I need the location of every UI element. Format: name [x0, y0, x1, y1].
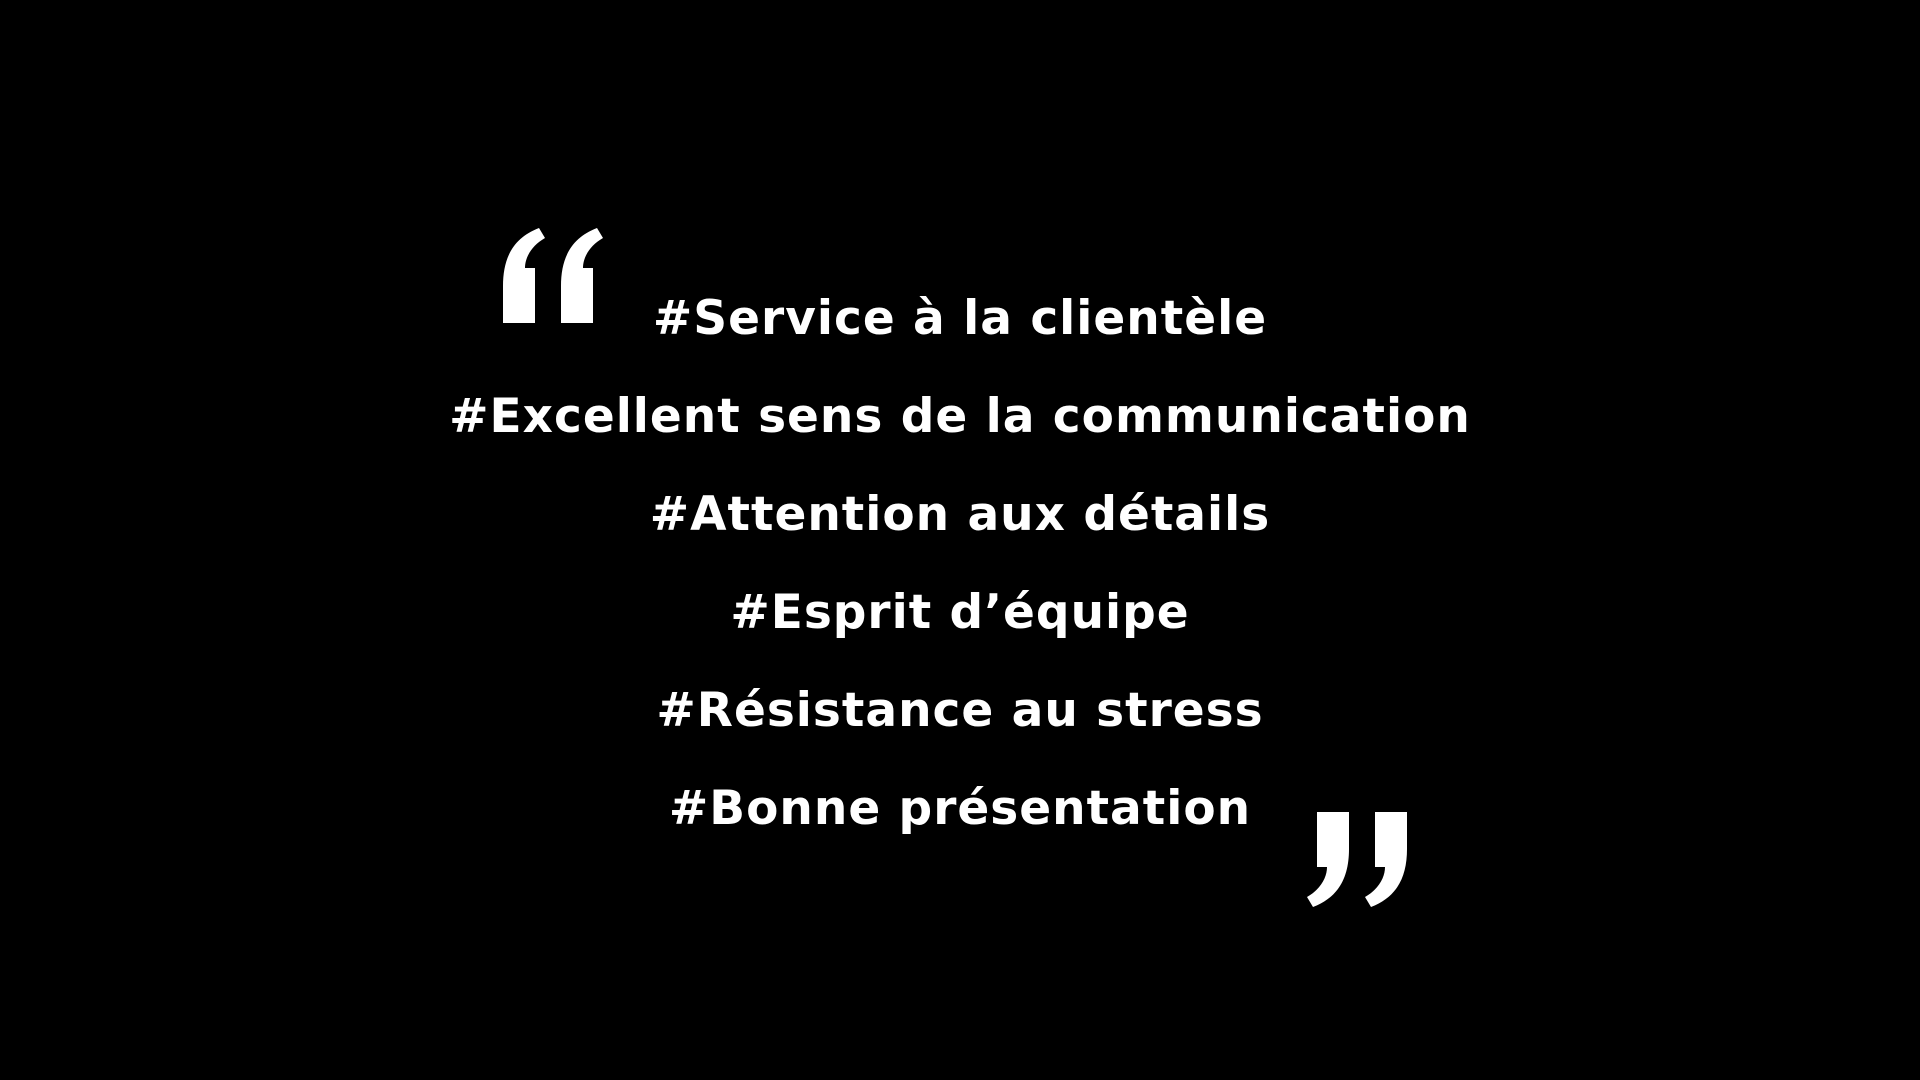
quote-line-4: #Esprit d’équipe	[730, 585, 1190, 640]
quote-text-block: #Service à la clientèle #Excellent sens …	[0, 283, 1920, 871]
quote-line-6: #Bonne présentation	[668, 781, 1252, 836]
quote-line-2: #Excellent sens de la communication	[449, 389, 1471, 444]
quote-line-5: #Résistance au stress	[656, 683, 1264, 738]
slide-canvas: #Service à la clientèle #Excellent sens …	[0, 0, 1920, 1080]
closing-quotation-mark-icon	[1307, 812, 1407, 907]
quote-line-3: #Attention aux détails	[649, 487, 1271, 542]
quote-line-1: #Service à la clientèle	[652, 291, 1268, 346]
